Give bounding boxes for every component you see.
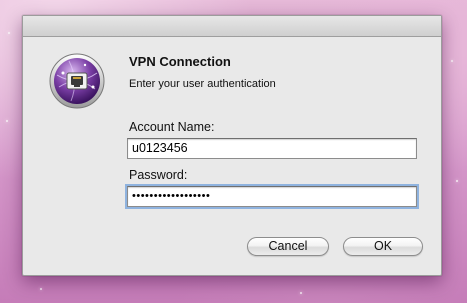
ok-button[interactable]: OK <box>343 237 423 256</box>
vpn-network-icon <box>49 53 105 109</box>
cancel-button[interactable]: Cancel <box>247 237 329 256</box>
password-label: Password: <box>129 168 188 182</box>
dialog-titlebar <box>23 16 441 37</box>
sparkle <box>6 120 8 122</box>
dialog-message: Enter your user authentication <box>129 78 276 90</box>
dialog-title: VPN Connection <box>129 54 231 69</box>
account-name-label: Account Name: <box>129 120 215 134</box>
sparkle <box>8 32 10 34</box>
account-name-field[interactable]: u0123456 <box>127 138 417 159</box>
vpn-auth-dialog: VPN Connection Enter your user authentic… <box>22 15 442 276</box>
sparkle <box>451 60 453 62</box>
sparkle <box>40 288 42 290</box>
sparkle <box>300 292 302 294</box>
sparkle <box>456 180 458 182</box>
password-field[interactable]: •••••••••••••••••• <box>127 186 417 207</box>
